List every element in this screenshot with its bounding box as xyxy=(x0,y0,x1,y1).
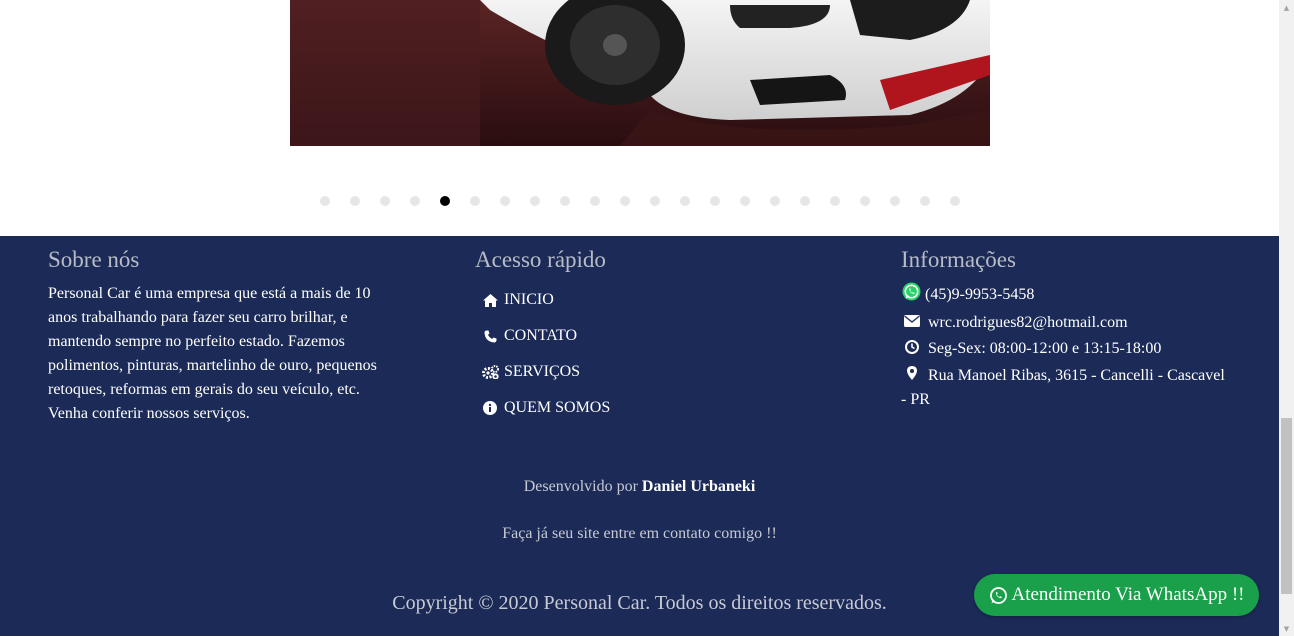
carousel-indicator-dot[interactable] xyxy=(320,196,330,206)
hours-text: Seg-Sex: 08:00-12:00 e 13:15-18:00 xyxy=(928,340,1162,358)
quick-link-inicio[interactable]: INICIO xyxy=(475,282,610,318)
carousel-indicator-dot[interactable] xyxy=(380,196,390,206)
carousel-indicator-dot[interactable] xyxy=(740,196,750,206)
quick-link-quem-somos[interactable]: QUEM SOMOS xyxy=(475,390,610,426)
quick-access-title: Acesso rápido xyxy=(475,247,606,272)
developer-name: Daniel Urbaneki xyxy=(641,478,756,495)
envelope-icon xyxy=(901,311,923,335)
carousel-indicator-dot[interactable] xyxy=(650,196,660,206)
carousel-indicator-dot[interactable] xyxy=(410,196,420,206)
about-title: Sobre nós xyxy=(48,247,140,272)
info-icon xyxy=(479,401,501,415)
carousel-indicator-dot[interactable] xyxy=(560,196,570,206)
quick-access-section: Acesso rápido INICIO CONTATO SERVIÇOS QU… xyxy=(475,246,610,426)
developer-credit: Desenvolvido por Daniel Urbaneki xyxy=(0,478,1279,496)
whatsapp-icon xyxy=(989,586,1008,605)
page-scrollbar[interactable]: ▲ ▼ xyxy=(1279,0,1294,636)
carousel-indicator-dot[interactable] xyxy=(800,196,810,206)
home-icon xyxy=(479,293,501,307)
whatsapp-chat-button[interactable]: Atendimento Via WhatsApp !! xyxy=(974,574,1259,616)
quick-link-servicos[interactable]: SERVIÇOS xyxy=(475,354,610,390)
carousel-indicator-dot[interactable] xyxy=(530,196,540,206)
quick-link-label: INICIO xyxy=(504,291,554,308)
carousel-indicator-dot[interactable] xyxy=(680,196,690,206)
scroll-up-arrow-icon[interactable]: ▲ xyxy=(1279,0,1294,15)
about-text: Personal Car é uma empresa que está a ma… xyxy=(48,285,377,422)
hours-row: Seg-Sex: 08:00-12:00 e 13:15-18:00 xyxy=(901,337,1231,361)
gears-icon xyxy=(479,365,501,379)
quick-link-label: SERVIÇOS xyxy=(504,363,581,380)
carousel-indicator-dot[interactable] xyxy=(710,196,720,206)
carousel-indicator-dot[interactable] xyxy=(440,196,450,206)
whatsapp-icon xyxy=(901,282,921,309)
carousel-indicator-dot[interactable] xyxy=(920,196,930,206)
quick-access-list: INICIO CONTATO SERVIÇOS QUEM SOMOS xyxy=(475,282,610,426)
map-marker-icon xyxy=(901,364,923,388)
phone-text: (45)9-9953-5458 xyxy=(925,286,1035,304)
clock-icon xyxy=(901,338,923,362)
contact-cta-text: Faça já seu site entre em contato comigo… xyxy=(502,525,777,542)
phone-icon xyxy=(479,330,501,343)
carousel-indicator-dot[interactable] xyxy=(860,196,870,206)
carousel-indicator-dot[interactable] xyxy=(500,196,510,206)
phone-row: (45)9-9953-5458 xyxy=(901,282,1231,309)
email-text: wrc.rodrigues82@hotmail.com xyxy=(928,314,1128,331)
address-row: Rua Manoel Ribas, 3615 - Cancelli - Casc… xyxy=(901,364,1231,412)
image-carousel xyxy=(0,0,1279,236)
carousel-indicator-dot[interactable] xyxy=(770,196,780,206)
quick-link-contato[interactable]: CONTATO xyxy=(475,318,610,354)
scrollbar-thumb[interactable] xyxy=(1281,418,1292,594)
whatsapp-button-label: Atendimento Via WhatsApp !! xyxy=(1011,584,1245,605)
email-row: wrc.rodrigues82@hotmail.com xyxy=(901,311,1231,335)
carousel-indicator-dot[interactable] xyxy=(830,196,840,206)
carousel-indicator-dot[interactable] xyxy=(590,196,600,206)
quick-link-label: QUEM SOMOS xyxy=(504,399,611,416)
quick-link-label: CONTATO xyxy=(504,327,578,344)
info-title: Informações xyxy=(901,247,1016,272)
info-list: (45)9-9953-5458 wrc.rodrigues82@hotmail.… xyxy=(901,282,1231,412)
carousel-indicator-dot[interactable] xyxy=(890,196,900,206)
carousel-slide-image xyxy=(290,0,990,146)
about-section: Sobre nós Personal Car é uma empresa que… xyxy=(48,246,388,426)
address-text: Rua Manoel Ribas, 3615 - Cancelli - Casc… xyxy=(901,366,1225,408)
carousel-indicators xyxy=(0,196,1279,206)
developer-prefix: Desenvolvido por xyxy=(523,478,638,495)
carousel-indicator-dot[interactable] xyxy=(470,196,480,206)
carousel-indicator-dot[interactable] xyxy=(350,196,360,206)
info-section: Informações (45)9-9953-5458 wrc.rodrigue… xyxy=(901,246,1231,414)
carousel-indicator-dot[interactable] xyxy=(620,196,630,206)
scroll-down-arrow-icon[interactable]: ▼ xyxy=(1279,621,1294,636)
carousel-indicator-dot[interactable] xyxy=(950,196,960,206)
